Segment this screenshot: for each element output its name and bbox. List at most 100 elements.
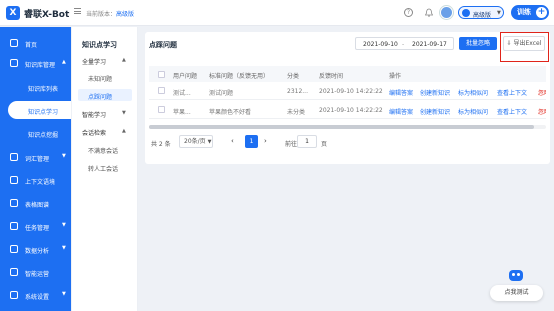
export-label: 导出Excel — [513, 40, 542, 47]
next-page-button[interactable]: › — [264, 137, 267, 145]
goto-label: 前往 — [285, 141, 298, 148]
menu-toggle-icon[interactable] — [74, 8, 81, 14]
robot-eye — [512, 273, 515, 276]
ops-icon — [10, 268, 18, 276]
create-knowledge-link[interactable]: 创建新知识 — [420, 107, 450, 116]
sub-item-unsatisfied[interactable]: 不满意会话 — [88, 146, 118, 155]
date-end: 2021-09-17 — [412, 41, 447, 48]
current-page-button[interactable]: 1 — [245, 135, 258, 148]
sub-group-session[interactable]: 会话检索 — [82, 128, 106, 137]
chevron-up-icon: ▲ — [62, 59, 66, 65]
avatar[interactable] — [440, 6, 453, 19]
chevron-down-icon: ▼ — [207, 139, 212, 145]
nav-label: 数据分析 — [25, 248, 50, 255]
date-start: 2021-09-10 — [363, 41, 398, 48]
pagination: 共 2 条 20条/页 ▼ ‹ 1 › 前往 1 页 — [149, 135, 546, 149]
cell-standard-question: 苹果颜色不好看 — [209, 109, 252, 116]
nav-label: 知识库管理 — [25, 62, 56, 69]
nav-label: 上下文语境 — [25, 179, 56, 186]
nav-label: 任务管理 — [25, 225, 50, 232]
date-range-picker[interactable]: 2021-09-10 - 2021-09-17 — [355, 37, 454, 50]
content-card: 点踩问题 2021-09-10 - 2021-09-17 批量忽略 ⇩ 导出Ex… — [145, 32, 550, 164]
select-all-checkbox[interactable] — [158, 71, 165, 78]
prev-page-button[interactable]: ‹ — [231, 137, 234, 145]
robot-head — [509, 270, 523, 281]
ignore-link[interactable]: 忽略 — [538, 88, 546, 97]
edition-selector[interactable]: 高级版 ▼ — [458, 6, 504, 19]
chevron-up-icon: ▲ — [122, 128, 126, 134]
cell-time: 2021-09-10 14:22:22 — [319, 107, 383, 114]
task-icon — [10, 222, 18, 230]
table-row: 苹果... 苹果颜色不好看 未分类 2021-09-10 14:22:22 编辑… — [149, 101, 546, 119]
col-actions: 操作 — [389, 73, 402, 80]
nav-label: 知识点挖掘 — [28, 132, 59, 139]
download-icon: ⇩ — [506, 40, 512, 47]
nav-item-context[interactable]: 上下文语境 — [0, 171, 71, 189]
goto-page-input[interactable]: 1 — [297, 135, 317, 148]
help-icon[interactable]: ? — [404, 8, 413, 17]
sub-item-transfer[interactable]: 转人工会话 — [88, 164, 118, 173]
nav-item-table[interactable]: 表格图谱 — [0, 194, 71, 212]
nav-item-home[interactable]: 首页 — [0, 34, 71, 52]
nav-label: 首页 — [25, 42, 38, 49]
nav-label: 词汇管理 — [25, 156, 50, 163]
total-count: 共 2 条 — [151, 141, 171, 148]
date-separator: - — [402, 41, 405, 48]
nav-item-kb-manage[interactable]: 知识库管理 ▲ — [0, 54, 71, 72]
nav-item-kb-learn[interactable]: 知识点学习 — [8, 101, 71, 119]
settings-icon — [10, 291, 18, 299]
chevron-down-icon: ▼ — [62, 153, 66, 159]
bot-test-button[interactable]: 点我测试 — [490, 285, 543, 301]
sub-group-smart[interactable]: 智能学习 — [82, 110, 106, 119]
sub-item-dislike[interactable]: 点踩问题 — [88, 92, 112, 101]
nav-item-vocab[interactable]: 词汇管理 ▼ — [0, 148, 71, 166]
nav-item-kb-mining[interactable]: 知识点挖掘 — [0, 124, 71, 142]
col-category: 分类 — [287, 73, 300, 80]
ignore-link[interactable]: 忽略 — [538, 107, 546, 116]
batch-ignore-button[interactable]: 批量忽略 — [459, 37, 497, 50]
horizontal-scrollbar[interactable] — [149, 125, 546, 129]
nav-item-kb-list[interactable]: 知识库列表 — [0, 78, 71, 96]
page-size-value: 20条/页 — [184, 138, 206, 145]
chevron-down-icon: ▼ — [62, 291, 66, 297]
export-excel-button[interactable]: ⇩ 导出Excel — [503, 36, 545, 51]
plus-icon: + — [536, 7, 547, 18]
sub-group-full[interactable]: 全量学习 — [82, 57, 106, 66]
book-icon — [10, 59, 18, 67]
train-button[interactable]: 训练 + — [511, 5, 549, 20]
table-icon — [10, 199, 18, 207]
page-title: 点踩问题 — [149, 41, 177, 49]
home-icon — [10, 39, 18, 47]
robot-icon[interactable] — [507, 268, 525, 286]
chevron-down-icon: ▼ — [497, 10, 501, 16]
sub-item-unknown[interactable]: 未知问题 — [88, 74, 112, 83]
context-icon — [10, 176, 18, 184]
cell-category: 未分类 — [287, 109, 306, 116]
row-checkbox[interactable] — [158, 87, 165, 94]
nav-item-ops[interactable]: 智能运营 — [0, 263, 71, 281]
nav-item-task[interactable]: 任务管理 ▼ — [0, 217, 71, 235]
col-standard-question: 标准问题（反馈无用） — [209, 73, 270, 80]
nav-item-settings[interactable]: 系统设置 ▼ — [0, 286, 71, 304]
nav-item-analytics[interactable]: 数据分析 ▼ — [0, 240, 71, 258]
vocab-icon — [10, 153, 18, 161]
row-checkbox[interactable] — [158, 106, 165, 113]
bell-icon[interactable] — [425, 8, 433, 17]
col-feedback-time: 反馈时间 — [319, 73, 344, 80]
mark-similar-link[interactable]: 标为相似问 — [458, 88, 488, 97]
edition-label: 高级版 — [473, 12, 492, 19]
table-header: 用户问题 标准问题（反馈无用） 分类 反馈时间 操作 — [149, 66, 546, 82]
robot-eye — [517, 273, 520, 276]
view-context-link[interactable]: 查看上下文 — [497, 88, 527, 97]
mark-similar-link[interactable]: 标为相似问 — [458, 107, 488, 116]
nav-label: 表格图谱 — [25, 202, 50, 209]
create-knowledge-link[interactable]: 创建新知识 — [420, 88, 450, 97]
edit-answer-link[interactable]: 编辑答案 — [389, 107, 413, 116]
view-context-link[interactable]: 查看上下文 — [497, 107, 527, 116]
subnav-title: 知识点学习 — [82, 41, 117, 49]
scrollbar-thumb[interactable] — [149, 125, 534, 129]
edit-answer-link[interactable]: 编辑答案 — [389, 88, 413, 97]
chevron-down-icon: ▼ — [62, 245, 66, 251]
nav-label: 系统设置 — [25, 294, 50, 301]
page-size-select[interactable]: 20条/页 ▼ — [179, 135, 213, 148]
